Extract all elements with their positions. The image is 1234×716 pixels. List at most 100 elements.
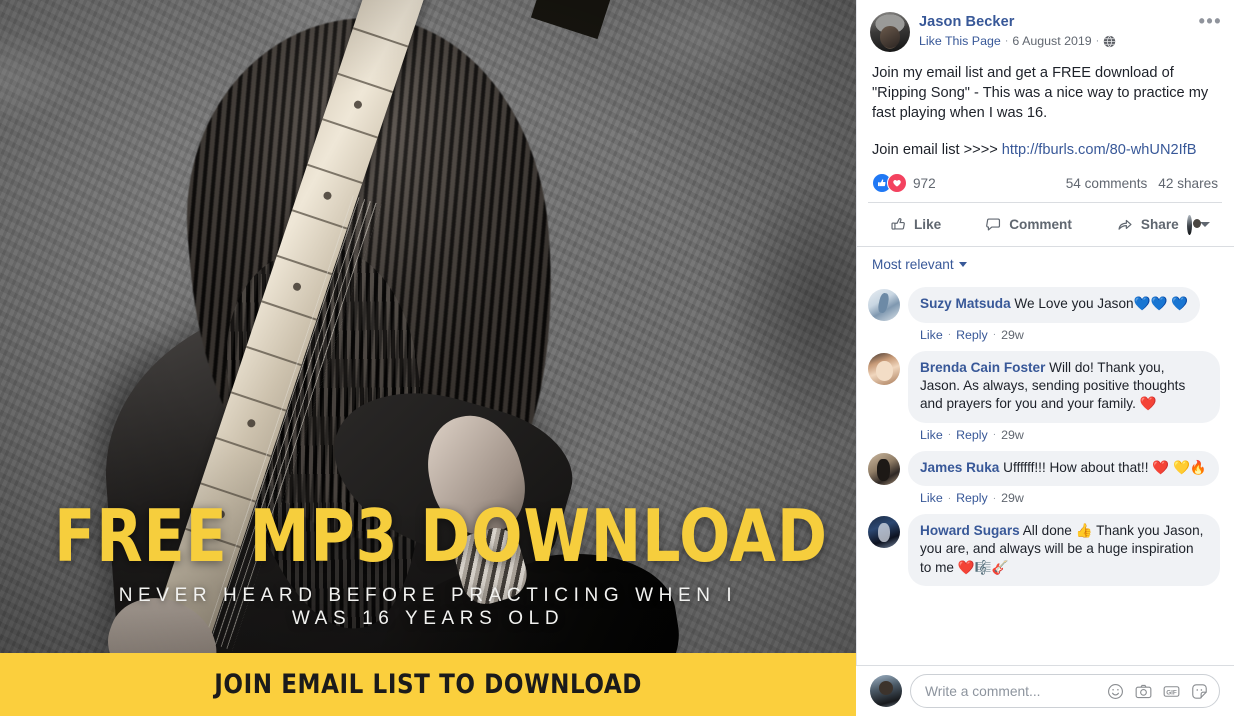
- join-email-list-cta-bar[interactable]: JOIN EMAIL LIST TO DOWNLOAD: [0, 653, 856, 716]
- thumbs-up-outline-icon: [890, 216, 907, 233]
- current-user-avatar[interactable]: [870, 675, 902, 707]
- comment-action-sep-2: ·: [992, 492, 997, 504]
- commenter-avatar[interactable]: [868, 452, 900, 485]
- comment-time[interactable]: 29w: [1001, 428, 1024, 442]
- gif-icon[interactable]: GIF: [1162, 682, 1181, 701]
- comment-composer: Write a comment... GIF: [856, 665, 1234, 716]
- comment-actions: Like · Reply · 29w: [920, 491, 1220, 505]
- commenter-avatar[interactable]: [868, 516, 900, 549]
- comment-sort-row[interactable]: Most relevant: [856, 246, 1234, 281]
- commenter-avatar[interactable]: [868, 289, 900, 322]
- share-as-avatar[interactable]: [1186, 214, 1202, 235]
- join-email-prefix: Join email list >>>>: [872, 141, 1002, 158]
- comment-action-sep-2: ·: [992, 329, 997, 341]
- like-button[interactable]: Like: [882, 210, 949, 239]
- post-media-panel[interactable]: FREE MP3 DOWNLOAD NEVER HEARD BEFORE PRA…: [0, 0, 856, 716]
- post-details-sidebar: Jason Becker Like This Page · 6 August 2…: [856, 0, 1234, 716]
- panel-divider: [856, 0, 857, 716]
- email-list-link[interactable]: http://fburls.com/80-whUN2IfB: [1002, 142, 1197, 158]
- comment-content: James Ruka Uffffff!!! How about that!! ❤…: [908, 450, 1220, 505]
- comment-action-sep-1: ·: [947, 329, 952, 341]
- comment-time[interactable]: 29w: [1001, 328, 1024, 342]
- meta-separator-1: ·: [1004, 35, 1009, 47]
- comment-text: We Love you Jason💙💙 💙: [1010, 296, 1189, 312]
- comment-input[interactable]: Write a comment... GIF: [910, 674, 1220, 708]
- post-text-paragraph-2: Join email list >>>> http://fburls.com/8…: [872, 141, 1218, 161]
- comment-reply-link[interactable]: Reply: [956, 491, 988, 505]
- commenter-avatar[interactable]: [868, 352, 900, 385]
- comment-input-placeholder: Write a comment...: [925, 683, 1041, 699]
- comment-item: Brenda Cain Foster Will do! Thank you, J…: [868, 350, 1220, 442]
- emoji-icon[interactable]: [1106, 682, 1125, 701]
- comment-button[interactable]: Comment: [977, 210, 1080, 239]
- sticker-icon[interactable]: [1190, 682, 1209, 701]
- promo-photo[interactable]: FREE MP3 DOWNLOAD NEVER HEARD BEFORE PRA…: [0, 0, 856, 653]
- post-body: Join my email list and get a FREE downlo…: [856, 52, 1234, 160]
- post-date[interactable]: 6 August 2019: [1012, 33, 1091, 50]
- comment-reply-link[interactable]: Reply: [956, 428, 988, 442]
- meta-separator-2: ·: [1095, 35, 1100, 47]
- shares-count[interactable]: 42 shares: [1158, 176, 1218, 191]
- comment-like-link[interactable]: Like: [920, 491, 943, 505]
- commenter-name[interactable]: Suzy Matsuda: [920, 296, 1011, 311]
- reaction-icons-group[interactable]: 972: [872, 173, 936, 194]
- comment-bubble: James Ruka Uffffff!!! How about that!! ❤…: [908, 450, 1219, 487]
- comments-count[interactable]: 54 comments: [1066, 176, 1148, 191]
- heart-reaction-icon: [887, 173, 907, 194]
- globe-icon: [1103, 35, 1116, 48]
- svg-text:GIF: GIF: [1166, 689, 1177, 696]
- composer-icons: GIF: [1106, 682, 1209, 701]
- comment-content: Brenda Cain Foster Will do! Thank you, J…: [908, 350, 1220, 442]
- comment-time[interactable]: 29w: [1001, 491, 1024, 505]
- comment-button-label: Comment: [1009, 217, 1072, 233]
- reaction-count[interactable]: 972: [913, 176, 936, 191]
- comment-item: Suzy Matsuda We Love you Jason💙💙 💙 Like …: [868, 287, 1220, 342]
- comment-sort-label[interactable]: Most relevant: [872, 257, 954, 272]
- like-this-page-link[interactable]: Like This Page: [919, 33, 1001, 50]
- comment-action-sep-1: ·: [947, 492, 952, 504]
- post-options-button[interactable]: •••: [1199, 12, 1222, 30]
- comment-text: Uffffff!!! How about that!! ❤️ 💛🔥: [999, 459, 1207, 475]
- promo-overlay-text: FREE MP3 DOWNLOAD NEVER HEARD BEFORE PRA…: [0, 494, 856, 631]
- engagement-stats-row: 972 54 comments 42 shares: [856, 160, 1234, 202]
- post-text-paragraph-1: Join my email list and get a FREE downlo…: [872, 65, 1209, 121]
- comment-bubble: Howard Sugars All done 👍 Thank you Jason…: [908, 514, 1220, 587]
- stats-right-group: 54 comments 42 shares: [1066, 176, 1218, 191]
- chevron-down-icon[interactable]: [1200, 222, 1210, 228]
- share-button[interactable]: Share: [1108, 210, 1187, 239]
- comment-action-sep-1: ·: [947, 429, 952, 441]
- author-avatar[interactable]: [870, 12, 910, 52]
- promo-subline-1: NEVER HEARD BEFORE PRACTICING WHEN I: [118, 584, 738, 606]
- comment-content: Suzy Matsuda We Love you Jason💙💙 💙 Like …: [908, 287, 1220, 342]
- commenter-name[interactable]: Howard Sugars: [920, 523, 1020, 538]
- post-action-row: Like Comment Share: [868, 202, 1222, 246]
- comments-list: Suzy Matsuda We Love you Jason💙💙 💙 Like …: [856, 281, 1234, 648]
- post-meta: Like This Page · 6 August 2019 ·: [919, 33, 1116, 50]
- comment-bubble: Brenda Cain Foster Will do! Thank you, J…: [908, 350, 1220, 423]
- comment-reply-link[interactable]: Reply: [956, 328, 988, 342]
- comment-bubble: Suzy Matsuda We Love you Jason💙💙 💙: [908, 287, 1201, 323]
- camera-icon[interactable]: [1134, 682, 1153, 701]
- post-header-text: Jason Becker Like This Page · 6 August 2…: [919, 12, 1116, 50]
- share-button-label: Share: [1140, 217, 1179, 233]
- comment-action-sep-2: ·: [992, 429, 997, 441]
- comment-item: Howard Sugars All done 👍 Thank you Jason…: [868, 514, 1220, 587]
- sort-chevron-down-icon: [958, 262, 967, 268]
- commenter-name[interactable]: James Ruka: [920, 460, 999, 475]
- cta-label: JOIN EMAIL LIST TO DOWNLOAD: [214, 669, 642, 700]
- facebook-post-page: FREE MP3 DOWNLOAD NEVER HEARD BEFORE PRA…: [0, 0, 1234, 716]
- like-button-label: Like: [914, 217, 942, 233]
- comment-like-link[interactable]: Like: [920, 428, 943, 442]
- comment-item: James Ruka Uffffff!!! How about that!! ❤…: [868, 450, 1220, 505]
- post-header: Jason Becker Like This Page · 6 August 2…: [856, 0, 1234, 52]
- comment-actions: Like · Reply · 29w: [920, 428, 1220, 442]
- commenter-name[interactable]: Brenda Cain Foster: [920, 360, 1045, 375]
- comment-content: Howard Sugars All done 👍 Thank you Jason…: [908, 514, 1220, 587]
- promo-subline-2: WAS 16 YEARS OLD: [291, 608, 565, 630]
- comment-like-link[interactable]: Like: [920, 328, 943, 342]
- promo-headline: FREE MP3 DOWNLOAD: [54, 494, 828, 579]
- speech-bubble-icon: [985, 216, 1002, 233]
- comment-actions: Like · Reply · 29w: [920, 328, 1220, 342]
- share-arrow-icon: [1116, 216, 1134, 233]
- author-name[interactable]: Jason Becker: [919, 13, 1116, 31]
